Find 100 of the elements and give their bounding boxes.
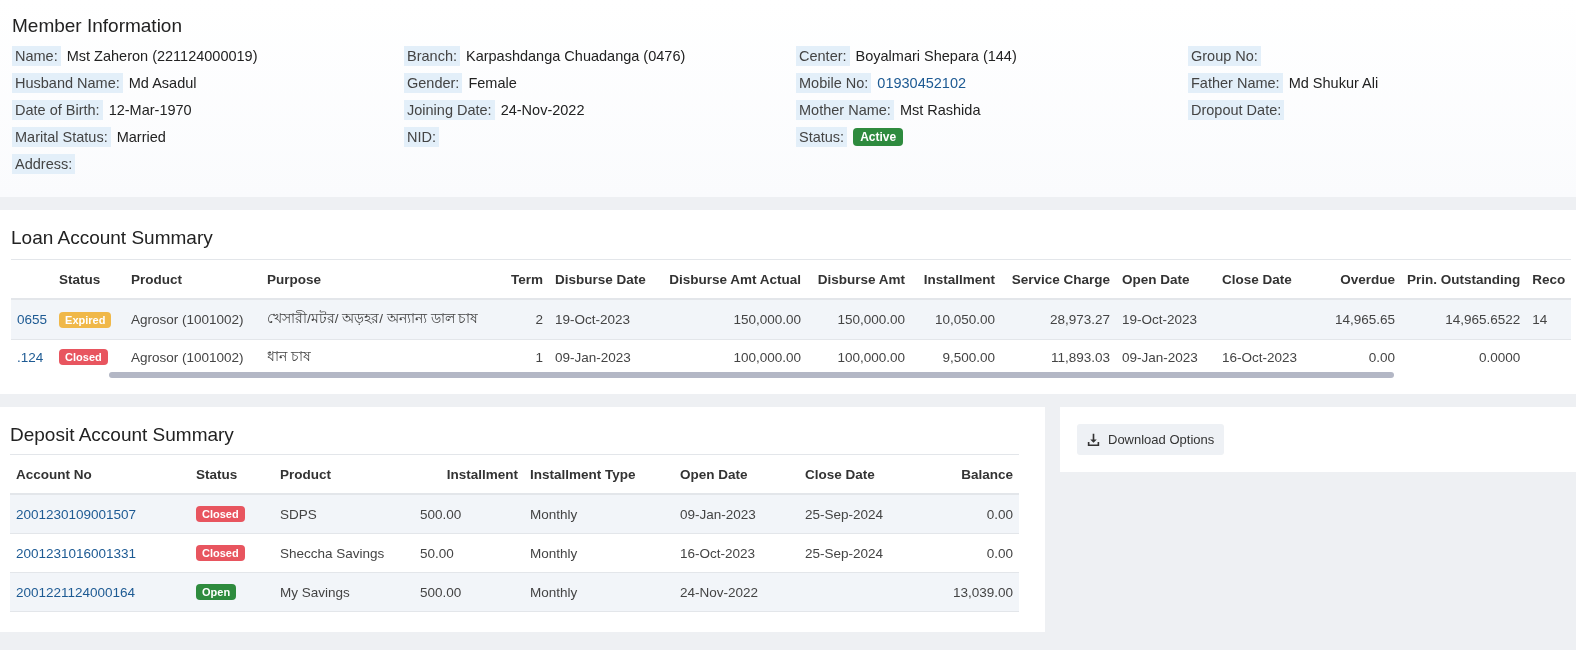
table-cell: 2 [535, 312, 544, 327]
table-cell: 100,000.00 [733, 349, 802, 365]
status-badge: Closed [196, 545, 245, 561]
column-header: Installment Type [530, 466, 636, 482]
column-header: Disburse Date [555, 271, 646, 287]
field-value: Karpashdanga Chuadanga (0476) [466, 48, 686, 64]
table-cell: 9,500.00 [942, 349, 996, 365]
table-cell: ধান চাষ [267, 348, 311, 364]
table-cell: 0.00 [986, 506, 1013, 522]
column-header: Product [280, 466, 331, 482]
field-label: Husband Name: [12, 73, 123, 93]
table-cell: Agrosor (1001002) [131, 312, 244, 327]
table-cell: 13,039.00 [952, 584, 1013, 600]
field-label: Mobile No: [796, 73, 872, 93]
table-cell: 09-Jan-2023 [1122, 349, 1198, 365]
field-label: NID: [404, 127, 439, 147]
table-cell: 10,050.00 [935, 312, 996, 327]
status-badge: Open [196, 584, 237, 600]
column-header: Status [196, 466, 238, 482]
table-cell: 11,893.03 [1051, 349, 1111, 365]
table-cell: 16-Oct-2023 [680, 545, 756, 561]
field-label: Date of Birth: [12, 100, 103, 120]
column-header: Disburse Amt Actual [669, 271, 802, 287]
table-cell: Monthly [530, 506, 578, 522]
table-cell: 14,965.6522 [1445, 312, 1521, 327]
status-badge: Closed [59, 349, 108, 365]
field-label: Status: [796, 127, 848, 147]
column-header: Overdue [1340, 271, 1396, 287]
table-cell: 100,000.00 [837, 349, 906, 365]
table-cell: 1 [535, 349, 544, 365]
table-cell: 28,973.27 [1050, 312, 1111, 327]
field-value: Mst Zaheron (221124000019) [66, 48, 258, 64]
field-label: Gender: [404, 73, 463, 93]
field-value: Boyalmari Shepara (144) [855, 48, 1017, 64]
table-cell: 0.00 [986, 545, 1013, 561]
table-cell: Monthly [530, 545, 578, 561]
table-cell: 24-Nov-2022 [680, 584, 759, 600]
column-header: Service Charge [1011, 271, 1111, 287]
scrollbar[interactable] [109, 372, 1394, 378]
field-value: 12-Mar-1970 [108, 102, 192, 118]
table-cell: খেসারী/মটর/ অড়হর/ অন্যান্য ডাল চাষ [267, 311, 479, 326]
table-cell: 25-Sep-2024 [805, 545, 884, 561]
column-header: Reco [1532, 271, 1566, 287]
section-title: Loan Account Summary [11, 227, 214, 249]
column-header: Product [131, 271, 183, 287]
table-cell: 500.00 [420, 506, 462, 522]
table-cell: 0.00 [1368, 349, 1396, 365]
column-header: Disburse Amt [817, 271, 906, 287]
account-link[interactable]: .124 [17, 349, 44, 365]
download-options-button[interactable]: Download Options [1077, 424, 1225, 455]
table-cell: 14,965.65 [1335, 312, 1396, 327]
table-cell: 150,000.00 [837, 312, 906, 327]
field-value: Married [116, 129, 166, 145]
column-header: Installment [923, 271, 996, 287]
table-cell: 19-Oct-2023 [1122, 312, 1198, 327]
table-cell: SDPS [280, 506, 317, 522]
field-label: Group No: [1188, 46, 1261, 66]
column-header: Open Date [680, 466, 748, 482]
field-value: Md Asadul [128, 75, 197, 91]
section-title: Member Information [12, 15, 183, 37]
field-label: Joining Date: [404, 100, 495, 120]
field-value: Female [468, 75, 517, 91]
column-header: Balance [961, 466, 1013, 482]
status-badge: Expired [59, 311, 112, 328]
table-cell: 50.00 [420, 545, 454, 561]
field-label: Branch: [404, 46, 460, 66]
field-label: Father Name: [1188, 73, 1283, 93]
phone-link[interactable]: 01930452102 [877, 75, 967, 91]
field-label: Marital Status: [12, 127, 111, 147]
table-cell: 16-Oct-2023 [1222, 349, 1298, 365]
status-badge: Active [853, 128, 904, 146]
table-cell: 25-Sep-2024 [805, 506, 884, 522]
table-cell: 0.0000 [1479, 349, 1521, 365]
account-link[interactable]: 2001231016001331 [16, 545, 137, 561]
field-label: Name: [12, 46, 61, 66]
column-header: Account No [16, 466, 92, 482]
table-cell: 09-Jan-2023 [555, 349, 631, 365]
status-badge: Closed [196, 506, 245, 522]
table-cell: 500.00 [420, 584, 462, 600]
field-value: Md Shukur Ali [1288, 75, 1379, 91]
field-label: Dropout Date: [1188, 100, 1285, 120]
table-cell: 09-Jan-2023 [680, 506, 756, 522]
table-cell: 14 [1532, 312, 1548, 327]
download-icon [1087, 433, 1100, 446]
column-header: Status [59, 271, 101, 287]
field-value: Mst Rashida [899, 102, 981, 118]
field-value: 24-Nov-2022 [500, 102, 585, 118]
section-title: Deposit Account Summary [10, 424, 235, 446]
column-header: Term [511, 271, 544, 287]
table-cell: Monthly [530, 584, 578, 600]
column-header: Close Date [805, 466, 875, 482]
column-header: Purpose [267, 271, 322, 287]
field-label: Address: [12, 154, 76, 174]
table-cell: Agrosor (1001002) [131, 349, 244, 365]
table-cell: My Savings [280, 584, 350, 600]
column-header: Prin. Outstanding [1407, 271, 1521, 287]
table-cell: 150,000.00 [733, 312, 802, 327]
table-cell: Sheccha Savings [280, 545, 385, 561]
column-header: Open Date [1122, 271, 1190, 287]
column-header: Close Date [1222, 271, 1292, 287]
